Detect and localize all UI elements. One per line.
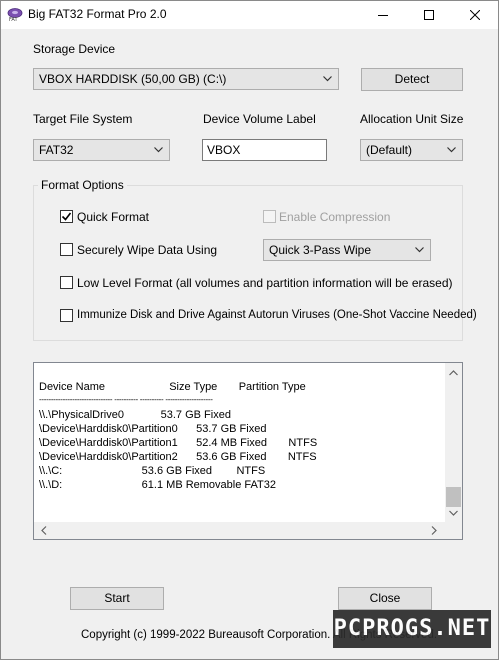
device-row: \\.\D: 61.1 MB Removable FAT32 xyxy=(39,479,276,491)
enable-compression-label: Enable Compression xyxy=(279,210,391,224)
device-row: \Device\Harddisk0\Partition1 52.4 MB Fix… xyxy=(39,437,318,449)
scroll-corner xyxy=(445,522,462,539)
storage-device-value: VBOX HARDDISK (50,00 GB) (C:\) xyxy=(39,72,227,86)
file-system-select[interactable]: FAT32 xyxy=(33,139,170,161)
device-row: \\.\C: 53.6 GB Fixed NTFS xyxy=(39,465,266,477)
scroll-down-icon[interactable] xyxy=(445,505,462,522)
close-icon xyxy=(470,10,480,20)
checkmark-icon xyxy=(61,212,72,221)
target-fs-label: Target File System xyxy=(33,112,133,126)
secure-wipe-label: Securely Wipe Data Using xyxy=(77,243,218,257)
close-button[interactable] xyxy=(452,1,498,29)
app-window: FAT Big FAT32 Format Pro 2.0 Storage Dev… xyxy=(0,0,499,660)
enable-compression-checkbox xyxy=(263,210,276,223)
horizontal-scrollbar[interactable] xyxy=(34,522,445,539)
title-bar[interactable]: FAT Big FAT32 Format Pro 2.0 xyxy=(1,1,498,29)
scroll-up-icon[interactable] xyxy=(445,365,462,382)
chevron-down-icon xyxy=(154,147,163,153)
storage-device-select[interactable]: VBOX HARDDISK (50,00 GB) (C:\) xyxy=(33,68,339,90)
wipe-method-value: Quick 3-Pass Wipe xyxy=(269,243,372,257)
device-row: \Device\Harddisk0\Partition0 53.7 GB Fix… xyxy=(39,423,267,435)
alloc-size-select[interactable]: (Default) xyxy=(360,139,463,161)
chevron-down-icon xyxy=(447,147,456,153)
app-disk-icon: FAT xyxy=(7,6,23,23)
volume-label-input[interactable]: VBOX xyxy=(202,139,327,161)
scroll-right-icon[interactable] xyxy=(426,522,443,539)
low-level-format-checkbox[interactable] xyxy=(60,276,73,289)
immunize-checkbox[interactable] xyxy=(60,309,73,322)
format-options-title: Format Options xyxy=(38,178,127,192)
device-list-header: Device Name Size Type Partition Type xyxy=(39,381,306,393)
secure-wipe-checkbox[interactable] xyxy=(60,243,73,256)
window-title: Big FAT32 Format Pro 2.0 xyxy=(28,7,167,21)
low-level-format-label: Low Level Format (all volumes and partit… xyxy=(77,276,453,290)
device-row: \\.\PhysicalDrive0 53.7 GB Fixed xyxy=(39,409,231,421)
wipe-method-select[interactable]: Quick 3-Pass Wipe xyxy=(263,239,431,261)
storage-device-label: Storage Device xyxy=(33,42,116,56)
scroll-thumb[interactable] xyxy=(446,487,461,507)
maximize-button[interactable] xyxy=(406,1,452,29)
device-info-list[interactable]: Device Name Size Type Partition Type ---… xyxy=(33,362,463,540)
alloc-size-value: (Default) xyxy=(366,143,413,157)
watermark-logo: PCPROGS.NET xyxy=(333,610,491,648)
chevron-down-icon xyxy=(323,76,332,82)
svg-text:FAT: FAT xyxy=(9,17,18,22)
minimize-icon xyxy=(378,15,388,16)
close-dialog-button[interactable]: Close xyxy=(338,587,432,610)
start-button[interactable]: Start xyxy=(70,587,164,610)
detect-button[interactable]: Detect xyxy=(361,68,463,91)
volume-label-value: VBOX xyxy=(207,143,241,157)
device-list-separator: ------------------------------- --------… xyxy=(39,395,213,404)
volume-label-caption: Device Volume Label xyxy=(203,112,316,126)
vertical-scrollbar[interactable] xyxy=(445,363,462,522)
scroll-left-icon[interactable] xyxy=(36,522,53,539)
quick-format-label: Quick Format xyxy=(77,210,150,224)
immunize-label: Immunize Disk and Drive Against Autorun … xyxy=(77,309,477,321)
alloc-size-label: Allocation Unit Size xyxy=(360,112,464,126)
chevron-down-icon xyxy=(415,247,424,253)
minimize-button[interactable] xyxy=(360,1,406,29)
maximize-icon xyxy=(424,10,434,20)
file-system-value: FAT32 xyxy=(39,143,74,157)
device-row: \Device\Harddisk0\Partition2 53.6 GB Fix… xyxy=(39,451,317,463)
quick-format-checkbox[interactable] xyxy=(60,210,73,223)
